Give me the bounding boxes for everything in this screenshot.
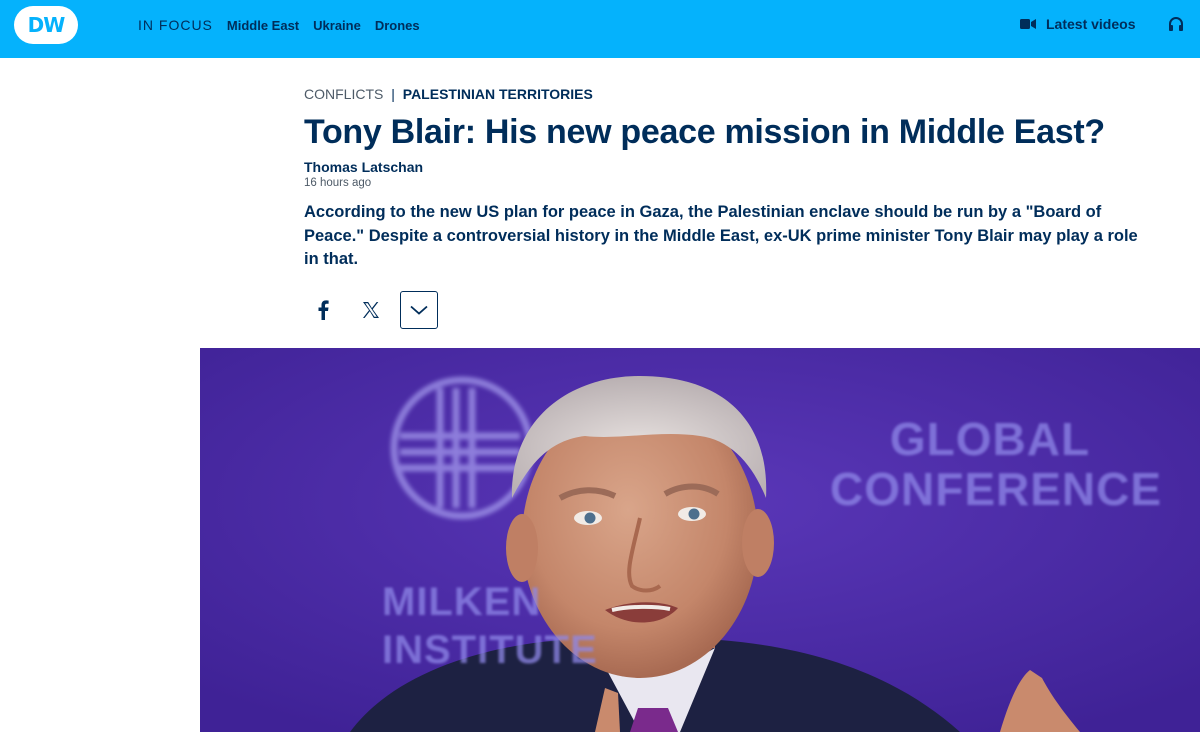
- breadcrumb: CONFLICTS | PALESTINIAN TERRITORIES: [304, 86, 593, 102]
- chevron-down-icon: [410, 305, 428, 315]
- x-share-button[interactable]: [352, 291, 390, 329]
- author-link[interactable]: Thomas Latschan: [304, 159, 423, 175]
- top-navigation-bar: DW IN FOCUS Middle East Ukraine Drones L…: [0, 0, 1200, 58]
- nav-link-middle-east[interactable]: Middle East: [227, 18, 299, 33]
- facebook-share-button[interactable]: [304, 291, 342, 329]
- subcategory-link[interactable]: PALESTINIAN TERRITORIES: [403, 86, 593, 102]
- backdrop-text-line: MILKEN: [382, 580, 542, 624]
- category-label: CONFLICTS: [304, 86, 384, 102]
- hero-image: GLOBAL CONFERENCE MILKEN INSTITUTE: [200, 348, 1200, 732]
- focus-nav: IN FOCUS Middle East Ukraine Drones: [138, 17, 434, 33]
- share-bar: [304, 291, 438, 329]
- video-camera-icon: [1020, 19, 1036, 29]
- dw-logo[interactable]: DW: [14, 6, 78, 44]
- article-teaser: According to the new US plan for peace i…: [304, 203, 1138, 268]
- hero-illustration: [200, 348, 1200, 732]
- headphones-icon[interactable]: [1168, 16, 1184, 37]
- backdrop-text-global: GLOBAL CONFERENCE: [830, 413, 1163, 515]
- latest-videos-label: Latest videos: [1046, 16, 1136, 32]
- breadcrumb-separator: |: [391, 86, 395, 102]
- backdrop-text-line: GLOBAL: [889, 413, 1091, 465]
- x-icon: [363, 302, 379, 318]
- in-focus-label: IN FOCUS: [138, 17, 213, 33]
- nav-link-ukraine[interactable]: Ukraine: [313, 18, 361, 33]
- more-share-options-button[interactable]: [400, 291, 438, 329]
- logo-text: DW: [27, 13, 66, 37]
- published-time: 16 hours ago: [304, 177, 372, 189]
- backdrop-text-line: INSTITUTE: [382, 628, 598, 672]
- backdrop-text-milken: MILKEN INSTITUTE: [382, 578, 602, 674]
- facebook-icon: [318, 300, 329, 320]
- latest-videos-link[interactable]: Latest videos: [1020, 16, 1135, 32]
- article-headline: Tony Blair: His new peace mission in Mid…: [304, 113, 1105, 151]
- backdrop-text-line: CONFERENCE: [830, 463, 1163, 515]
- nav-link-drones[interactable]: Drones: [375, 18, 420, 33]
